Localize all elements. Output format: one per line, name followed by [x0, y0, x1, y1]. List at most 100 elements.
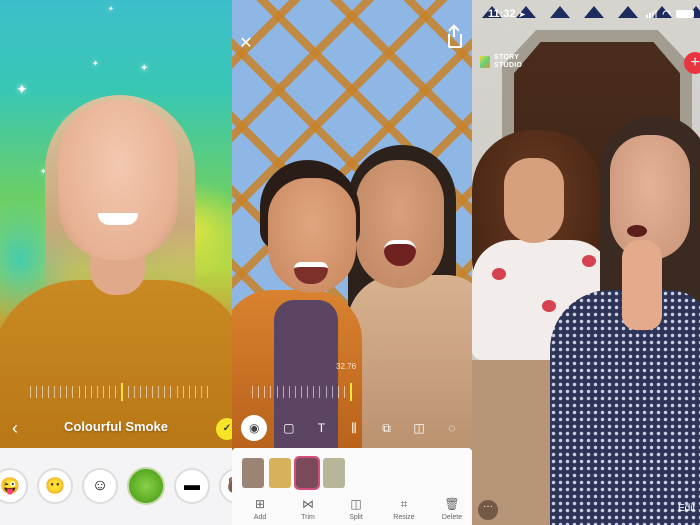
status-bar: 11:32 ➤ ◠ [472, 0, 700, 28]
wifi-icon: ◠ [662, 8, 671, 20]
slider-tick [264, 386, 266, 398]
clip-thumbnail[interactable] [269, 458, 291, 488]
slider-tick [170, 386, 172, 398]
slider-tick [78, 386, 80, 398]
lens-item-colourful-smoke-lens[interactable] [127, 467, 165, 505]
slider-thumb[interactable] [350, 383, 352, 401]
lens-item-emoji-lens[interactable]: 😜 [0, 468, 28, 504]
slider-tick [176, 386, 178, 398]
split-button[interactable]: ◫ Split [342, 496, 370, 521]
location-icon: ➤ [518, 10, 526, 19]
filter-icon[interactable]: ◫ [408, 417, 430, 439]
lens-name-label: Colourful Smoke [63, 419, 168, 434]
lens-item-face-mask-lens[interactable]: 😶 [37, 468, 73, 504]
slider-tick [66, 386, 68, 398]
more-options-button[interactable]: ··· [478, 500, 498, 520]
slider-tick [206, 386, 208, 398]
slider-tick [140, 386, 142, 398]
add-icon: ⊞ [254, 497, 266, 511]
subject-smile [98, 213, 138, 225]
delete-label: Delete [441, 514, 463, 521]
share-icon[interactable] [448, 27, 462, 48]
sparkle: ✦ [16, 81, 28, 97]
camera-roll-icon[interactable]: ◉ [241, 415, 268, 441]
more-icon[interactable]: ◌ [441, 417, 463, 439]
logo-icon [480, 56, 490, 68]
lens-item-bear-lens[interactable]: 🐻 [219, 468, 232, 504]
person-face [504, 158, 564, 243]
slider-tick [182, 386, 184, 398]
editor-toolbar: ◉ ▢ T ⫼ ⧉ ◫ ◌ [232, 412, 472, 444]
add-button[interactable]: ⊞ Add [246, 496, 274, 521]
lens-item-cartoon-lens[interactable]: ☺ [82, 468, 118, 504]
status-time: 11:32 [488, 8, 516, 20]
slider-tick [108, 386, 110, 398]
slider-tick [164, 386, 166, 398]
slider-tick [48, 386, 50, 398]
sparkle: ✦ [140, 63, 149, 74]
slider-tick [282, 386, 284, 398]
slider-tick [258, 386, 260, 398]
slider-tick [152, 386, 154, 398]
resize-label: Resize [393, 514, 415, 521]
split-icon: ◫ [350, 497, 362, 511]
timeline-scrubber[interactable] [252, 383, 352, 401]
sparkle: ✦ [108, 6, 114, 13]
slider-tick [102, 386, 104, 398]
battery-icon [676, 10, 694, 18]
slider-tick [114, 386, 116, 398]
person-mouth [627, 225, 647, 237]
trim-icon: ⋈ [302, 497, 314, 511]
zoom-slider[interactable] [30, 383, 208, 401]
peace-sign-hand [622, 240, 662, 330]
audio-icon[interactable]: ⫼ [343, 417, 365, 439]
capture-button[interactable]: ✓ [216, 418, 232, 440]
clip-thumbnail[interactable] [294, 456, 320, 490]
brand-line2: STUDIO [494, 62, 523, 69]
video-editor-panel: ✕ 32.76 ◉ ▢ T ⫼ ⧉ ◫ ◌ ⊞ Add ⋈ Trim ◫ Split ⌗ Resize 🗑 D… [232, 0, 472, 525]
slider-tick [294, 386, 296, 398]
add-story-button[interactable]: + [684, 52, 700, 74]
slider-tick [270, 386, 272, 398]
slider-tick [276, 386, 278, 398]
close-icon[interactable]: ✕ [238, 33, 254, 53]
slider-tick [331, 386, 333, 398]
split-label: Split [349, 514, 363, 521]
overlay-icon[interactable]: ⧉ [376, 417, 398, 439]
brand-line1: STORY [494, 54, 520, 61]
slider-tick [158, 386, 160, 398]
clip-thumbnail[interactable] [323, 458, 345, 488]
delete-icon: 🗑 [444, 497, 460, 511]
delete-button[interactable]: 🗑 Delete [438, 496, 466, 521]
slider-tick [30, 386, 31, 398]
sticker-icon[interactable]: ▢ [278, 417, 300, 439]
clip-thumbnail[interactable] [242, 458, 264, 488]
slider-tick [146, 386, 148, 398]
lens-item-glitch-lens[interactable]: ▬ [174, 468, 210, 504]
slider-thumb[interactable] [120, 383, 123, 401]
lens-carousel: 😜😶☺ ▬🐻 [0, 448, 232, 525]
slider-tick [319, 386, 321, 398]
slider-tick [288, 386, 290, 398]
edit-button[interactable]: Edit [678, 503, 695, 514]
slider-tick [301, 386, 302, 398]
flower-print [492, 268, 506, 280]
story-studio-panel: 11:32 ➤ ◠ STORY STUDIO + ··· Edit [472, 0, 700, 525]
subject-face [58, 100, 178, 260]
slider-tick [96, 386, 98, 398]
text-icon[interactable]: T [310, 417, 332, 439]
flower-print [542, 300, 556, 312]
resize-button[interactable]: ⌗ Resize [390, 496, 418, 521]
slider-tick [343, 386, 345, 398]
lens-camera-panel: ✦ ✦ ✦ ✦ ✦ ✦ ‹ Colourful Smoke ✓ 😜😶☺▬🐻 [0, 0, 232, 525]
resize-icon: ⌗ [400, 497, 408, 511]
slider-tick [42, 386, 44, 398]
flower-print [582, 255, 596, 267]
slider-tick [313, 386, 315, 398]
trim-button[interactable]: ⋈ Trim [294, 496, 322, 521]
signal-icon [646, 10, 658, 18]
person-face [356, 160, 444, 288]
lens-title-bar: ‹ Colourful Smoke ✓ [0, 410, 232, 448]
slider-tick [325, 386, 327, 398]
slider-tick [60, 386, 62, 398]
